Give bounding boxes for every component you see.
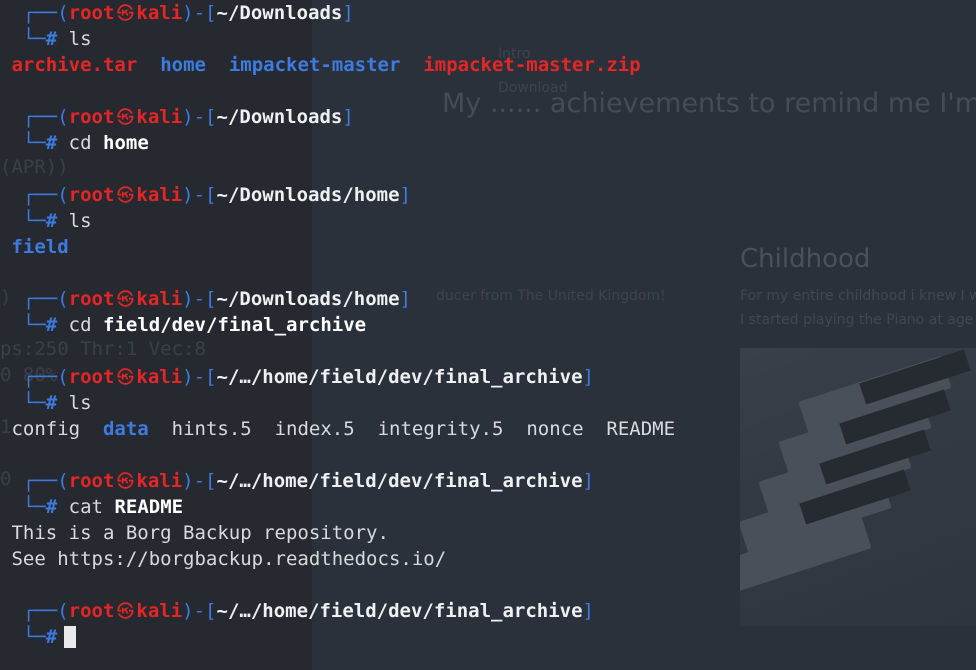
- file-readme: README: [606, 418, 676, 440]
- prompt-host: kali: [136, 600, 183, 622]
- skull-icon: ㉿: [116, 290, 134, 310]
- command: ls: [68, 28, 92, 50]
- prompt-host: kali: [136, 288, 183, 310]
- prompt-path: ~/…/home/field/dev/final_archive: [216, 600, 583, 622]
- skull-icon: ㉿: [116, 4, 134, 24]
- prompt-path: ~/…/home/field/dev/final_archive: [216, 470, 583, 492]
- file-index: index.5: [274, 418, 355, 440]
- readme-output-line: See https://borgbackup.readthedocs.io/: [0, 546, 446, 572]
- prompt-header: ┌──(root ㉿ kali)-[~/Downloads/home]: [0, 286, 411, 312]
- command-arg: home: [103, 132, 149, 154]
- command-line: └─# ls: [0, 28, 92, 50]
- prompt-path: ~/…/home/field/dev/final_archive: [216, 366, 583, 388]
- command-arg: field/dev/final_archive: [103, 314, 367, 336]
- command: cd: [68, 132, 92, 154]
- command: ls: [68, 392, 92, 414]
- active-command-line[interactable]: └─#: [0, 624, 69, 650]
- prompt-host: kali: [136, 470, 183, 492]
- ls-output-archive: config data hints.5 index.5 integrity.5 …: [0, 416, 675, 442]
- readme-output-line: This is a Borg Backup repository.: [0, 520, 389, 546]
- dir-field: field: [11, 236, 69, 258]
- prompt-path: ~/Downloads/home: [216, 184, 400, 206]
- file-config: config: [11, 418, 81, 440]
- dir-data: data: [102, 418, 149, 440]
- prompt-host: kali: [136, 366, 183, 388]
- prompt-user: root: [68, 366, 115, 388]
- prompt-path: ~/Downloads: [216, 106, 343, 128]
- command-line: └─# ls: [0, 210, 92, 232]
- terminal-window[interactable]: ┌──(root ㉿ kali)-[~/Downloads] └─# ls arch…: [0, 0, 976, 670]
- prompt-path: ~/Downloads/home: [216, 288, 400, 310]
- readme-text: See https://borgbackup.readthedocs.io/: [11, 548, 447, 570]
- command-arg: README: [114, 496, 184, 518]
- command-line: └─# cd home: [0, 132, 149, 154]
- file-hints: hints.5: [171, 418, 252, 440]
- file-integrity: integrity.5: [377, 418, 504, 440]
- command-line: └─# cat README: [0, 496, 184, 518]
- prompt-header: ┌──(root ㉿ kali)-[~/…/home/field/dev/final…: [0, 598, 594, 624]
- prompt-user: root: [68, 184, 115, 206]
- prompt-host: kali: [136, 2, 183, 24]
- prompt-host: kali: [136, 184, 183, 206]
- prompt-user: root: [68, 2, 115, 24]
- prompt-header: ┌──(root ㉿ kali)-[~/Downloads]: [0, 104, 354, 130]
- skull-icon: ㉿: [116, 368, 134, 388]
- file-nonce: nonce: [526, 418, 584, 440]
- file-archive-tar: archive.tar: [11, 54, 138, 76]
- file-impacket-zip: impacket-master.zip: [423, 54, 641, 76]
- command-line: └─# ls: [0, 392, 92, 414]
- text-cursor: [64, 626, 76, 648]
- prompt-user: root: [68, 106, 115, 128]
- command: cd: [68, 314, 92, 336]
- prompt-header: ┌──(root ㉿ kali)-[~/Downloads]: [0, 0, 354, 26]
- readme-text: This is a Borg Backup repository.: [11, 522, 389, 544]
- prompt-host: kali: [136, 106, 183, 128]
- prompt-header: ┌──(root ㉿ kali)-[~/…/home/field/dev/final…: [0, 364, 594, 390]
- prompt-header: ┌──(root ㉿ kali)-[~/…/home/field/dev/final…: [0, 468, 594, 494]
- skull-icon: ㉿: [116, 108, 134, 128]
- command: ls: [68, 210, 92, 232]
- dir-impacket-master: impacket-master: [228, 54, 401, 76]
- prompt-user: root: [68, 470, 115, 492]
- prompt-user: root: [68, 600, 115, 622]
- skull-icon: ㉿: [116, 602, 134, 622]
- ls-output-home: field: [0, 234, 69, 260]
- command-line: └─# cd field/dev/final_archive: [0, 314, 367, 336]
- skull-icon: ㉿: [116, 186, 134, 206]
- ls-output-downloads: archive.tar home impacket-master impacke…: [0, 52, 641, 78]
- dir-home: home: [160, 54, 206, 76]
- prompt-user: root: [68, 288, 115, 310]
- prompt-header: ┌──(root ㉿ kali)-[~/Downloads/home]: [0, 182, 411, 208]
- command: cat: [68, 496, 103, 518]
- prompt-path: ~/Downloads: [216, 2, 343, 24]
- skull-icon: ㉿: [116, 472, 134, 492]
